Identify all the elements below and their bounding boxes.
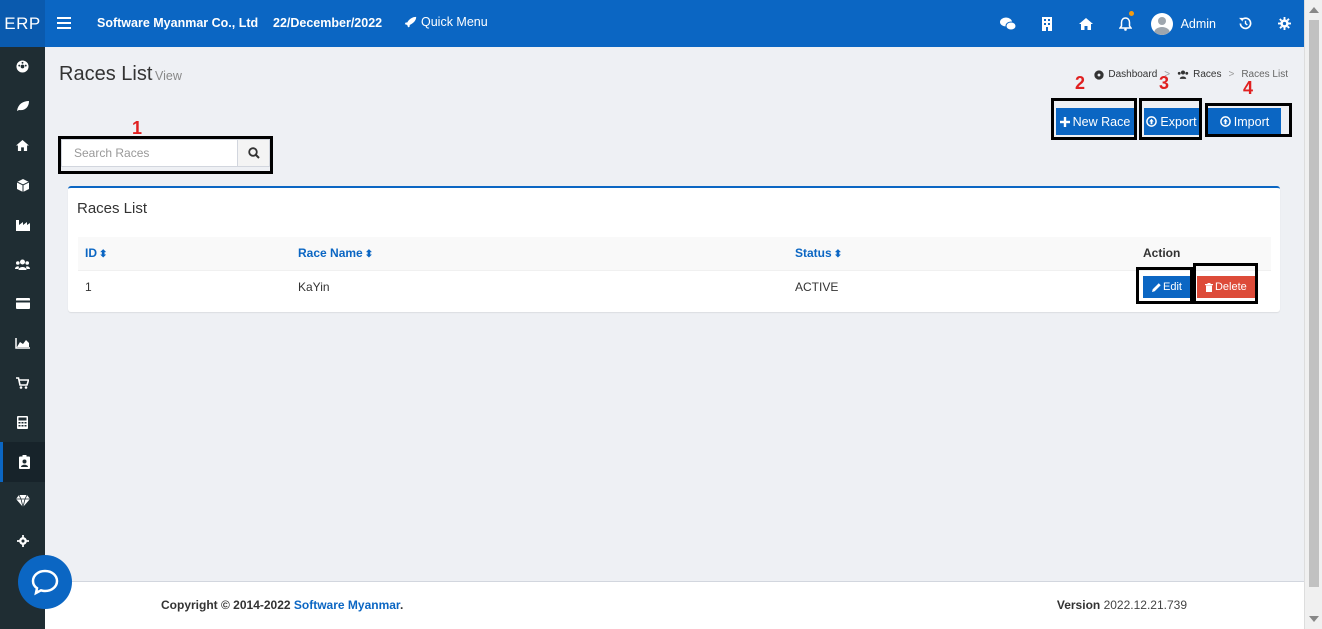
annotation-2: 2 (1075, 73, 1086, 93)
cell-race-name: KaYin (291, 269, 788, 304)
users-icon (1177, 70, 1189, 79)
diamond-icon (15, 495, 30, 508)
annotation-box-3 (1139, 98, 1202, 140)
sidebar-item-home[interactable] (0, 126, 45, 166)
menu-toggle-icon[interactable] (57, 14, 71, 32)
rocket-icon (404, 16, 417, 27)
sidebar-item-users[interactable] (0, 245, 45, 285)
card-title: Races List (77, 200, 148, 217)
settings-button[interactable] (1265, 0, 1304, 47)
gear-icon (16, 534, 29, 547)
area-chart-icon (15, 337, 30, 349)
history-icon (1239, 17, 1252, 30)
user-name: Admin (1180, 16, 1216, 31)
annotation-box-2 (1051, 98, 1137, 140)
notifications-button[interactable] (1106, 0, 1145, 47)
credit-card-icon (15, 298, 30, 310)
sidebar-item-settings[interactable] (0, 521, 45, 561)
breadcrumb: Dashboard > Races > Races List (1094, 69, 1288, 80)
top-navbar: ERP Software Myanmar Co., Ltd 22/Decembe… (0, 0, 1304, 47)
dashboard-icon (1094, 69, 1104, 80)
sidebar-item-hr[interactable] (0, 442, 45, 482)
sidebar-item-reports[interactable] (0, 324, 45, 364)
sidebar-item-sales[interactable] (0, 363, 45, 403)
quick-menu-label: Quick Menu (421, 15, 488, 29)
annotation-3: 3 (1159, 73, 1170, 93)
breadcrumb-separator: > (1228, 69, 1235, 80)
notification-dot (1128, 11, 1134, 16)
users-icon (15, 259, 30, 270)
footer: Copyright © 2014-2022 Software Myanmar. … (45, 581, 1304, 629)
table-row: 1 KaYin ACTIVE Edit Delete (78, 269, 1271, 304)
industry-icon (15, 219, 30, 231)
annotation-box-6 (1193, 263, 1258, 304)
cube-icon (16, 178, 29, 192)
annotation-4: 4 (1243, 78, 1254, 98)
page-subtitle: View (155, 69, 182, 83)
bell-icon (1118, 16, 1132, 31)
sidebar (0, 47, 45, 629)
current-date: 22/December/2022 (273, 16, 383, 30)
sidebar-item-products[interactable] (0, 166, 45, 206)
copyright-text: Copyright © 2014-2022 Software Myanmar. (161, 598, 404, 612)
wechat-icon (1000, 17, 1017, 30)
leaf-icon (16, 101, 29, 112)
breadcrumb-races[interactable]: Races (1193, 69, 1221, 80)
home-icon (16, 140, 29, 152)
building-button[interactable] (1028, 0, 1067, 47)
races-card: Races List ID ⬍ Race Name ⬍ Status ⬍ Action… (68, 186, 1280, 312)
races-table: ID ⬍ Race Name ⬍ Status ⬍ Action 1 KaYin AC… (78, 237, 1271, 304)
avatar (1150, 12, 1173, 35)
column-header-status[interactable]: Status ⬍ (788, 237, 1136, 271)
building-icon (1042, 16, 1053, 31)
sidebar-item-diamond[interactable] (0, 482, 45, 522)
scroll-thumb[interactable] (1309, 20, 1319, 587)
scroll-down-arrow-icon[interactable] (1309, 616, 1319, 622)
app-logo[interactable]: ERP (0, 0, 45, 47)
sidebar-item-payments[interactable] (0, 284, 45, 324)
scroll-up-arrow-icon[interactable] (1309, 7, 1319, 13)
column-header-id[interactable]: ID ⬍ (78, 237, 291, 271)
sort-icon: ⬍ (99, 249, 108, 261)
dashboard-icon (16, 60, 29, 73)
sort-icon: ⬍ (364, 249, 374, 261)
home-button[interactable] (1067, 0, 1106, 47)
cell-id: 1 (78, 269, 291, 304)
id-badge-icon (18, 454, 30, 469)
page-scrollbar[interactable] (1304, 0, 1322, 629)
breadcrumb-dashboard[interactable]: Dashboard (1108, 69, 1157, 80)
sort-icon: ⬍ (833, 249, 843, 261)
sidebar-item-factory[interactable] (0, 205, 45, 245)
gear-icon (1278, 17, 1291, 30)
company-name: Software Myanmar Co., Ltd (97, 16, 259, 30)
cell-status: ACTIVE (788, 269, 1136, 304)
annotation-box-5 (1136, 267, 1193, 304)
annotation-box-1 (58, 136, 273, 174)
user-menu[interactable]: Admin (1145, 0, 1226, 47)
history-button[interactable] (1226, 0, 1265, 47)
quick-menu-link[interactable]: Quick Menu (404, 15, 488, 29)
sidebar-item-leaf[interactable] (0, 87, 45, 127)
company-link[interactable]: Software Myanmar (294, 598, 400, 612)
page-title: Races List (59, 63, 153, 85)
home-icon (1079, 17, 1094, 30)
chat-button[interactable] (989, 0, 1028, 47)
sidebar-item-accounting[interactable] (0, 403, 45, 443)
sidebar-item-dashboard[interactable] (0, 47, 45, 87)
column-header-race-name[interactable]: Race Name ⬍ (291, 237, 788, 271)
calculator-icon (17, 415, 28, 429)
cart-icon (16, 376, 29, 389)
live-chat-button[interactable] (18, 555, 72, 609)
table-header-row: ID ⬍ Race Name ⬍ Status ⬍ Action (78, 237, 1271, 271)
chat-bubble-icon (31, 569, 59, 596)
version-text: Version 2022.12.21.739 (1056, 598, 1187, 612)
annotation-box-4 (1205, 103, 1292, 137)
